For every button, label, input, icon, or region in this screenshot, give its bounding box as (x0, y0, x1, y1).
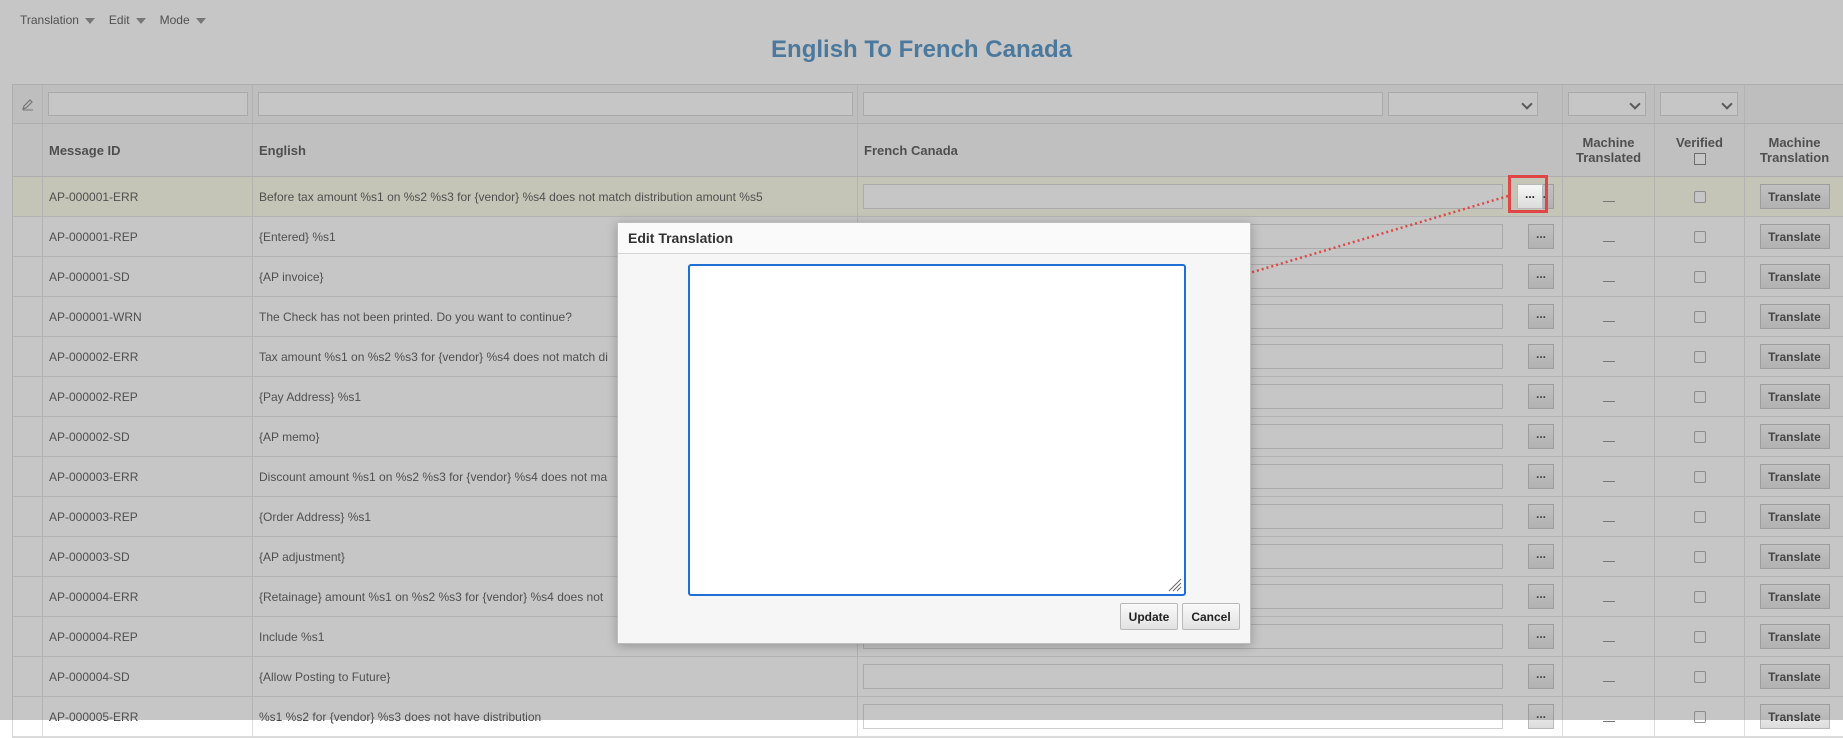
cancel-button[interactable]: Cancel (1182, 603, 1240, 630)
machine-translated-value (1602, 721, 1615, 722)
resize-grip-icon[interactable] (1166, 576, 1182, 592)
dialog-title: Edit Translation (618, 223, 1250, 254)
highlight-box (1508, 175, 1548, 213)
edit-translation-dialog: Edit Translation Update Cancel (617, 222, 1251, 644)
update-button[interactable]: Update (1120, 603, 1178, 630)
translation-textarea[interactable] (688, 264, 1186, 596)
